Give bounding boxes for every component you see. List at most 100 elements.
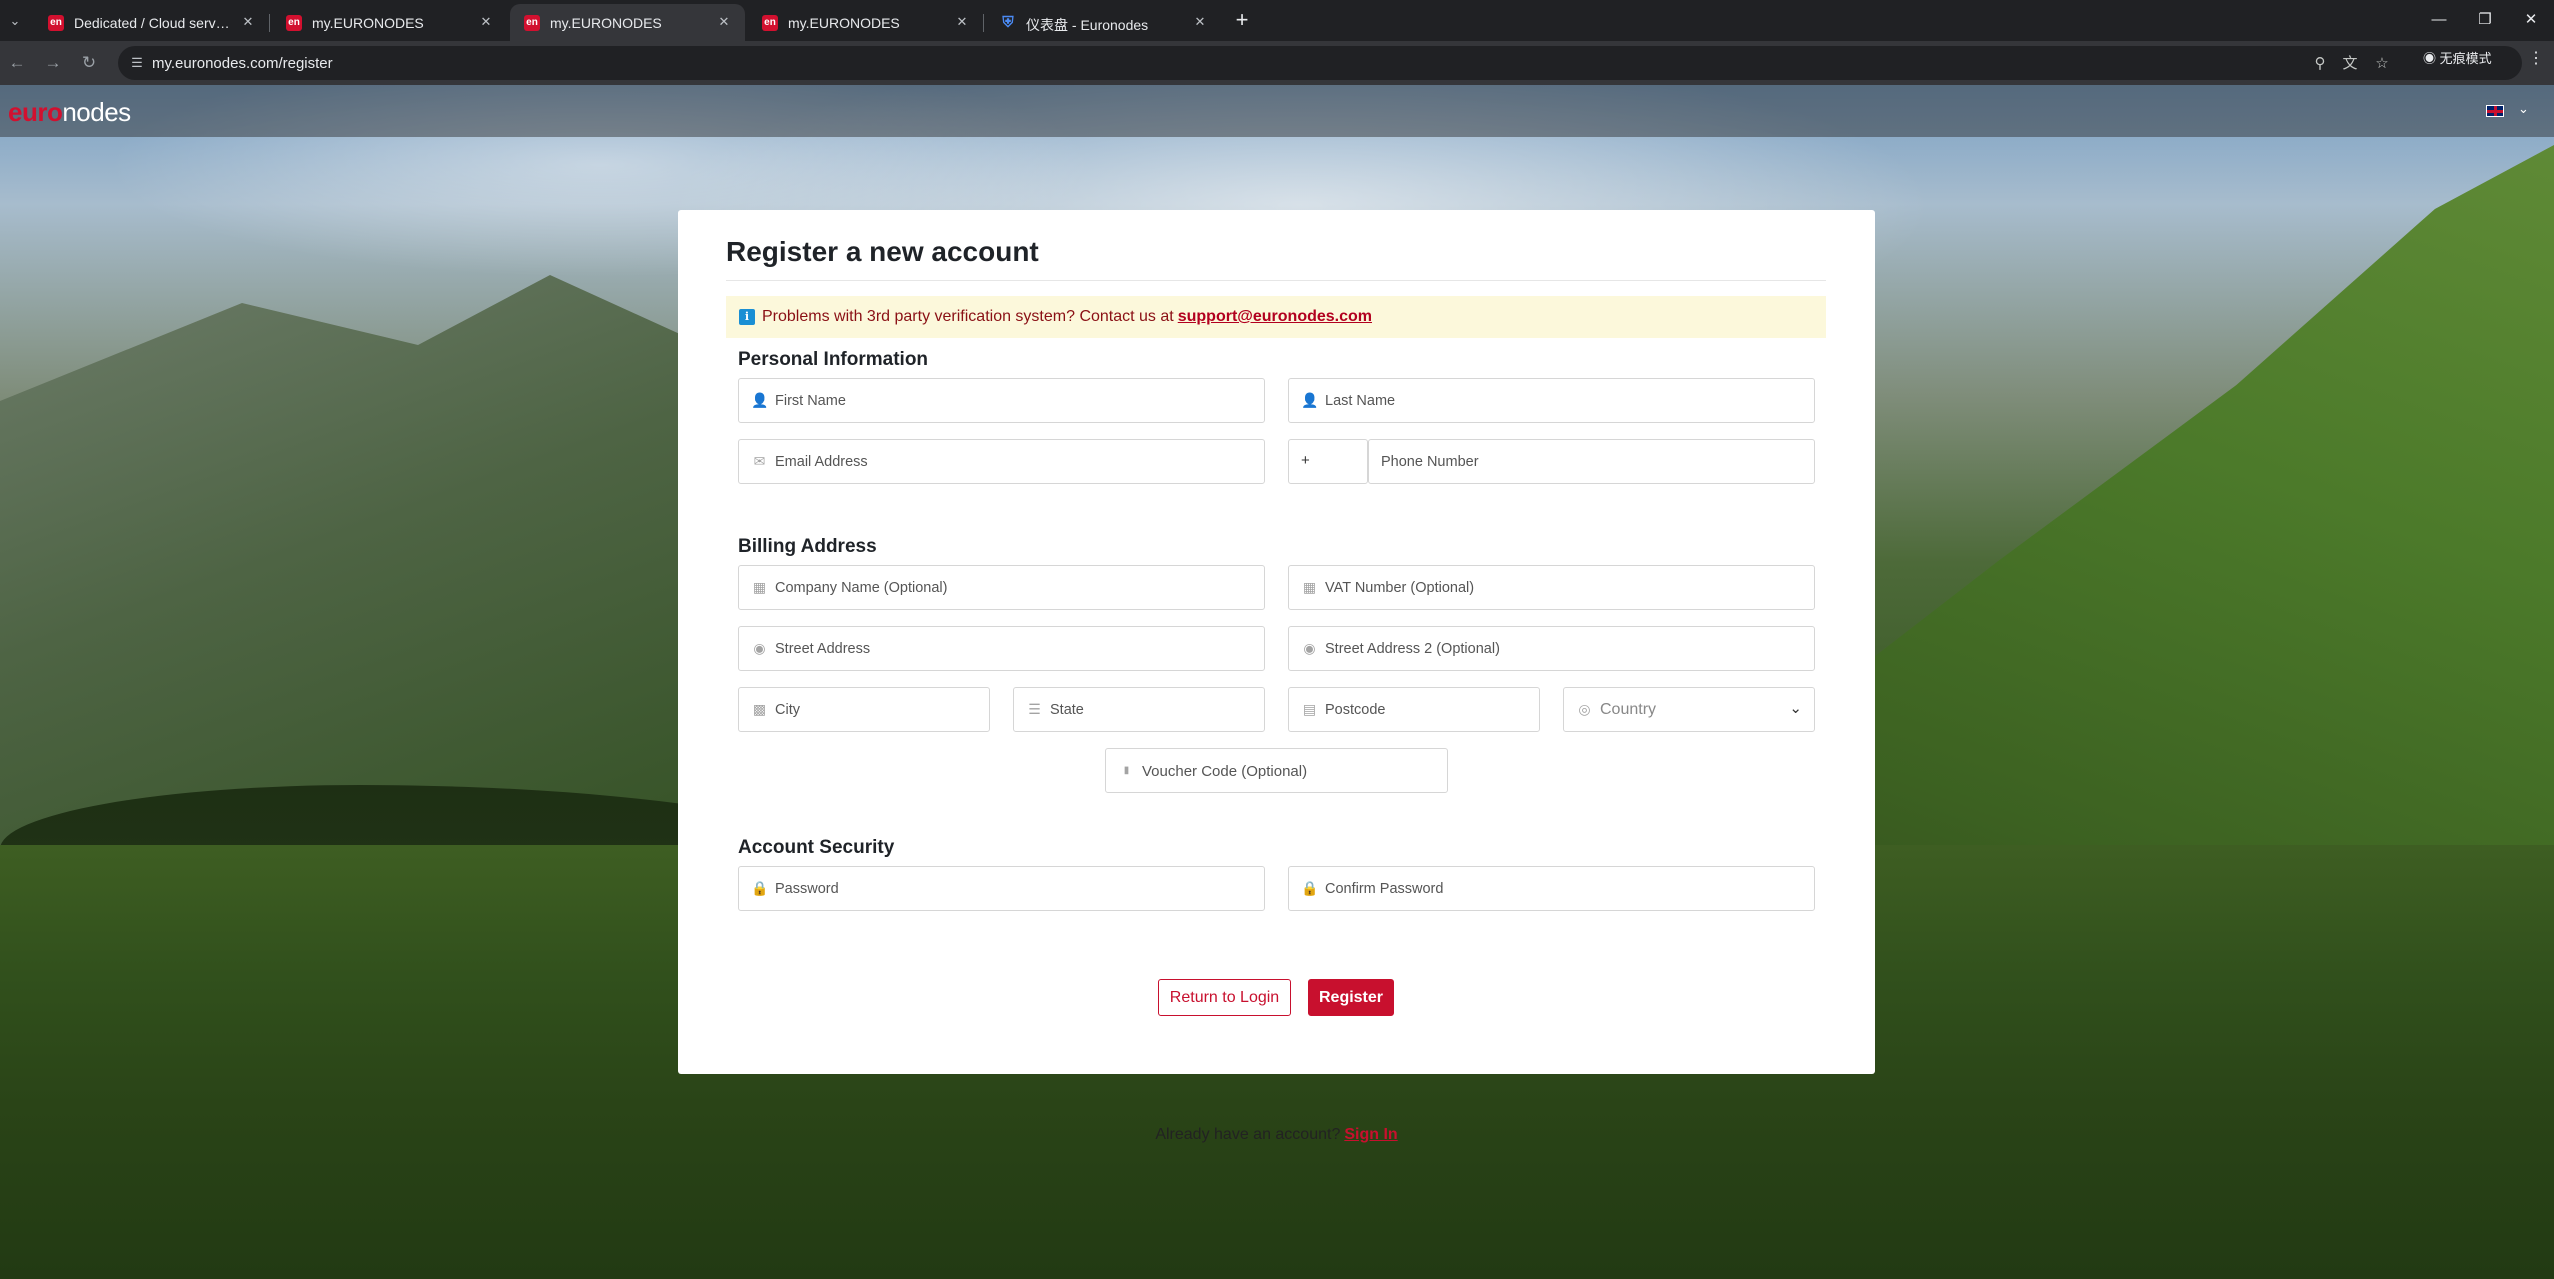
forward-button[interactable]: → (40, 50, 66, 76)
logo-euro: euro (8, 97, 63, 127)
street-address-field[interactable]: ◉ Street Address (738, 626, 1265, 671)
billing-address-heading: Billing Address (738, 536, 877, 557)
first-name-placeholder: First Name (775, 393, 846, 409)
envelope-icon: ✉ (753, 453, 766, 469)
back-button[interactable]: ← (4, 50, 30, 76)
tab-1[interactable]: en Dedicated / Cloud servers P… ✕ (34, 4, 270, 41)
tab-strip: ⌄ en Dedicated / Cloud servers P… ✕ en m… (0, 0, 2554, 41)
state-field[interactable]: ☰ State (1013, 687, 1265, 732)
euronodes-favicon-icon: en (524, 15, 540, 31)
support-email-link[interactable]: support@euronodes.com (1178, 308, 1372, 325)
minimize-button[interactable]: — (2416, 6, 2462, 34)
euronodes-favicon-icon: en (762, 15, 778, 31)
city-placeholder: City (775, 702, 800, 718)
map-marker-icon: ◉ (1303, 640, 1316, 656)
incognito-label: 无痕模式 (2439, 51, 2492, 66)
close-tab-icon[interactable]: ✕ (477, 13, 495, 31)
user-icon: 👤 (751, 392, 769, 408)
language-selector[interactable]: ⌄ (2486, 101, 2542, 121)
globe-icon: ◎ (1578, 701, 1591, 717)
info-icon: i (739, 309, 755, 325)
register-card: Register a new account i Problems with 3… (678, 210, 1875, 1143)
tab-title: my.EURONODES (312, 15, 424, 31)
tab-4[interactable]: en my.EURONODES ✕ (748, 4, 984, 41)
close-window-button[interactable]: ✕ (2508, 6, 2554, 34)
voucher-placeholder: Voucher Code (Optional) (1142, 763, 1308, 780)
tab-separator (269, 14, 270, 32)
postcode-field[interactable]: ▤ Postcode (1288, 687, 1540, 732)
ticket-icon: ▮ (1123, 765, 1130, 776)
close-tab-icon[interactable]: ✕ (1191, 13, 1209, 31)
confirm-password-field[interactable]: 🔒 Confirm Password (1288, 866, 1815, 911)
new-tab-button[interactable]: + (1230, 9, 1254, 33)
tab-5[interactable]: ⛨ 仪表盘 - Euronodes ✕ (986, 4, 1221, 41)
browser-toolbar: ← → ↻ ☰ my.euronodes.com/register ⚲ 文 ☆ … (0, 41, 2554, 85)
phone-prefix: + (1301, 452, 1310, 469)
translate-icon[interactable]: 文 (2340, 54, 2360, 74)
confirm-password-placeholder: Confirm Password (1325, 881, 1444, 897)
close-tab-icon[interactable]: ✕ (953, 13, 971, 31)
street2-placeholder: Street Address 2 (Optional) (1325, 641, 1500, 657)
key-icon[interactable]: ⚲ (2310, 54, 2330, 74)
map-marker-icon: ◉ (753, 640, 766, 656)
password-placeholder: Password (775, 881, 839, 897)
page-title: Register a new account (726, 236, 1039, 267)
shield-favicon-icon: ⛨ (1002, 14, 1014, 31)
postbox-icon: ▤ (1302, 701, 1317, 717)
tab-separator (983, 14, 984, 32)
city-icon: ▩ (752, 701, 767, 717)
last-name-field[interactable]: 👤 Last Name (1288, 378, 1815, 423)
state-placeholder: State (1050, 702, 1084, 718)
company-placeholder: Company Name (Optional) (775, 580, 948, 596)
chevron-down-icon: ⌄ (1789, 700, 1802, 717)
first-name-field[interactable]: 👤 First Name (738, 378, 1265, 423)
background-hillside (1760, 145, 2554, 945)
reload-button[interactable]: ↻ (76, 50, 102, 76)
return-to-login-button[interactable]: Return to Login (1158, 979, 1291, 1016)
register-button[interactable]: Register (1308, 979, 1394, 1016)
close-tab-icon[interactable]: ✕ (239, 13, 257, 31)
alert-text: Problems with 3rd party verification sys… (762, 308, 1174, 325)
address-bar[interactable]: ☰ my.euronodes.com/register ⚲ 文 ☆ (118, 46, 2522, 80)
vat-number-field[interactable]: ▦ VAT Number (Optional) (1288, 565, 1815, 610)
email-field[interactable]: ✉ Email Address (738, 439, 1265, 484)
euronodes-favicon-icon: en (286, 15, 302, 31)
euronodes-logo[interactable]: euronodes (8, 97, 131, 128)
street-address-2-field[interactable]: ◉ Street Address 2 (Optional) (1288, 626, 1815, 671)
euronodes-favicon-icon: en (48, 15, 64, 31)
city-field[interactable]: ▩ City (738, 687, 990, 732)
tab-3-active[interactable]: en my.EURONODES ✕ (510, 4, 745, 41)
vat-placeholder: VAT Number (Optional) (1325, 580, 1475, 596)
building-icon: ▦ (752, 579, 767, 595)
verification-alert: i Problems with 3rd party verification s… (726, 296, 1826, 338)
phone-placeholder: Phone Number (1381, 454, 1479, 470)
sign-in-prompt-text: Already have an account? (1155, 1126, 1341, 1143)
country-select[interactable]: ◎ Country ⌄ (1563, 687, 1815, 732)
tab-title: 仪表盘 - Euronodes (1026, 17, 1149, 33)
incognito-icon: ◉ (2423, 51, 2437, 66)
sign-in-link[interactable]: Sign In (1344, 1126, 1397, 1143)
close-tab-icon[interactable]: ✕ (715, 13, 733, 31)
lock-icon: 🔒 (751, 880, 769, 896)
personal-info-heading: Personal Information (738, 349, 929, 370)
last-name-placeholder: Last Name (1325, 393, 1396, 409)
tab-2[interactable]: en my.EURONODES ✕ (272, 4, 507, 41)
bookmark-star-icon[interactable]: ☆ (2372, 54, 2392, 74)
restore-button[interactable]: ❐ (2462, 6, 2508, 34)
site-info-icon[interactable]: ☰ (128, 54, 146, 72)
password-field[interactable]: 🔒 Password (738, 866, 1265, 911)
phone-number-field[interactable]: Phone Number (1368, 439, 1815, 484)
country-placeholder: Country (1600, 701, 1657, 718)
building-icon: ▦ (1302, 579, 1317, 595)
voucher-code-field[interactable]: ▮ Voucher Code (Optional) (1105, 748, 1448, 793)
uk-flag-icon (2486, 105, 2504, 117)
tab-search-icon[interactable]: ⌄ (4, 10, 26, 32)
company-name-field[interactable]: ▦ Company Name (Optional) (738, 565, 1265, 610)
tab-title: Dedicated / Cloud servers P… (74, 15, 234, 31)
phone-country-code-field[interactable]: + (1288, 439, 1368, 484)
browser-menu-icon[interactable]: ⋮ (2527, 49, 2545, 69)
lock-icon: 🔒 (1301, 880, 1319, 896)
page-viewport: euronodes ⌄ Register a new account i Pro… (0, 85, 2554, 1279)
incognito-indicator[interactable]: ◉ 无痕模式 (2415, 46, 2502, 72)
tab-title: my.EURONODES (550, 15, 662, 31)
